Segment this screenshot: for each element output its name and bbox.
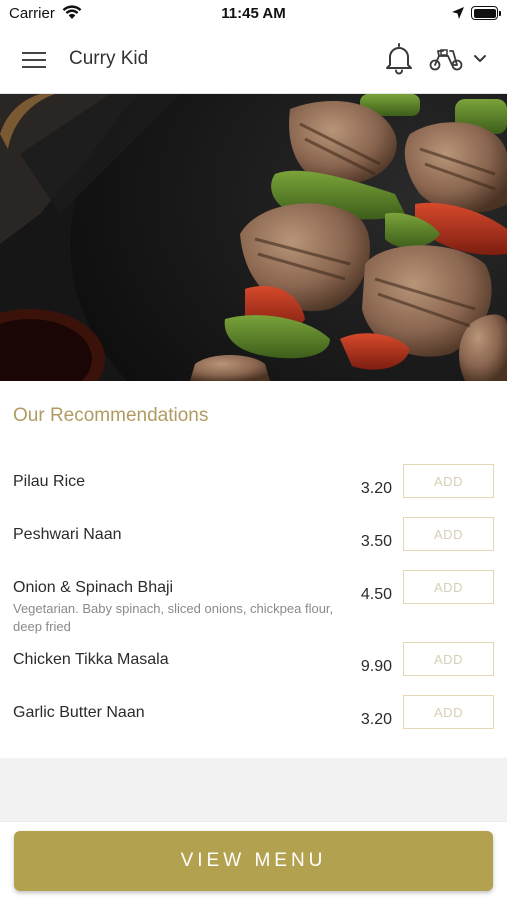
item-name: Garlic Butter Naan	[13, 704, 145, 721]
footer-bar: VIEW MENU	[0, 821, 507, 900]
location-arrow-icon	[452, 7, 464, 19]
item-price: 9.90	[360, 658, 392, 675]
item-price: 3.50	[360, 533, 392, 550]
view-menu-button[interactable]: VIEW MENU	[14, 831, 493, 891]
add-button[interactable]: ADD	[403, 517, 494, 551]
item-price: 3.20	[360, 480, 392, 497]
status-time: 11:45 AM	[221, 5, 286, 22]
scooter-delivery-icon[interactable]	[428, 46, 464, 72]
item-name: Onion & Spinach Bhaji	[13, 579, 174, 596]
chevron-down-icon[interactable]	[472, 53, 488, 65]
hamburger-menu-icon[interactable]	[22, 49, 48, 71]
top-navigation-bar: Curry Kid	[0, 28, 507, 94]
item-name: Pilau Rice	[13, 473, 86, 490]
app-title: Curry Kid	[69, 48, 149, 69]
item-price: 3.20	[360, 711, 392, 728]
item-description: Vegetarian. Baby spinach, sliced onions,…	[13, 601, 334, 634]
item-price: 4.50	[360, 586, 392, 603]
add-button[interactable]: ADD	[403, 570, 494, 604]
add-button[interactable]: ADD	[403, 642, 494, 676]
add-button[interactable]: ADD	[403, 464, 494, 498]
grilled-chicken-kebab-skewers-photo	[0, 94, 507, 381]
add-button[interactable]: ADD	[403, 695, 494, 729]
item-name: Peshwari Naan	[13, 526, 122, 543]
hero-food-image	[0, 94, 507, 381]
status-bar: Carrier 11:45 AM	[0, 0, 507, 28]
battery-icon	[471, 6, 501, 20]
item-name: Chicken Tikka Masala	[13, 651, 169, 668]
bell-icon[interactable]	[384, 41, 414, 75]
recommendations-title: Our Recommendations	[13, 405, 209, 426]
content-spacer	[0, 758, 507, 821]
